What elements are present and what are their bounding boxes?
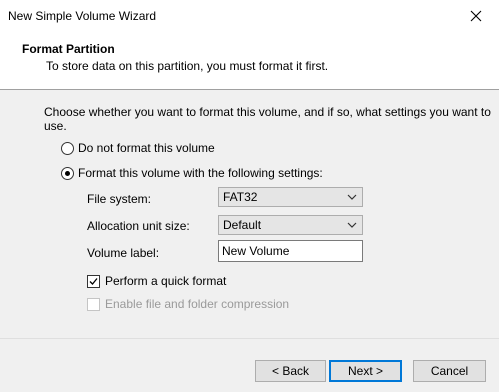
chevron-down-icon — [347, 194, 357, 200]
checkmark-icon — [89, 277, 98, 285]
wizard-header: Format Partition To store data on this p… — [0, 31, 499, 90]
quick-format-label: Perform a quick format — [105, 274, 227, 288]
intro-text: Choose whether you want to format this v… — [44, 105, 491, 133]
page-title: Format Partition — [22, 42, 115, 56]
close-button[interactable] — [453, 0, 499, 31]
quick-format-box[interactable] — [87, 274, 100, 288]
wizard-content: Choose whether you want to format this v… — [0, 90, 499, 338]
radio-format-label: Format this volume with the following se… — [78, 166, 323, 180]
cancel-button[interactable]: Cancel — [413, 360, 486, 382]
radio-format-circle[interactable] — [61, 166, 74, 180]
file-system-label: File system: — [87, 192, 152, 206]
radio-no-format-circle[interactable] — [61, 141, 74, 155]
chevron-down-icon — [347, 222, 357, 228]
compression-label: Enable file and folder compression — [105, 297, 290, 311]
file-system-select[interactable]: FAT32 — [218, 187, 363, 207]
allocation-unit-value: Default — [223, 218, 262, 232]
allocation-unit-select[interactable]: Default — [218, 215, 363, 235]
compression-box — [87, 297, 100, 311]
volume-label-value: New Volume — [222, 244, 290, 258]
quick-format-checkbox[interactable]: Perform a quick format — [87, 274, 226, 288]
volume-label-input[interactable]: New Volume — [218, 240, 363, 262]
radio-format[interactable]: Format this volume with the following se… — [61, 166, 323, 180]
radio-no-format-label: Do not format this volume — [78, 141, 215, 155]
file-system-value: FAT32 — [223, 190, 258, 204]
wizard-footer: < Back Next > Cancel — [0, 338, 499, 392]
close-icon — [470, 10, 482, 21]
back-button[interactable]: < Back — [255, 360, 326, 382]
volume-label-label: Volume label: — [87, 246, 160, 260]
next-button[interactable]: Next > — [329, 360, 402, 382]
allocation-unit-label: Allocation unit size: — [87, 219, 190, 233]
page-subtitle: To store data on this partition, you mus… — [46, 59, 329, 73]
radio-no-format[interactable]: Do not format this volume — [61, 141, 215, 155]
window-title: New Simple Volume Wizard — [8, 9, 157, 23]
compression-checkbox: Enable file and folder compression — [87, 297, 289, 311]
title-bar: New Simple Volume Wizard — [0, 0, 499, 31]
